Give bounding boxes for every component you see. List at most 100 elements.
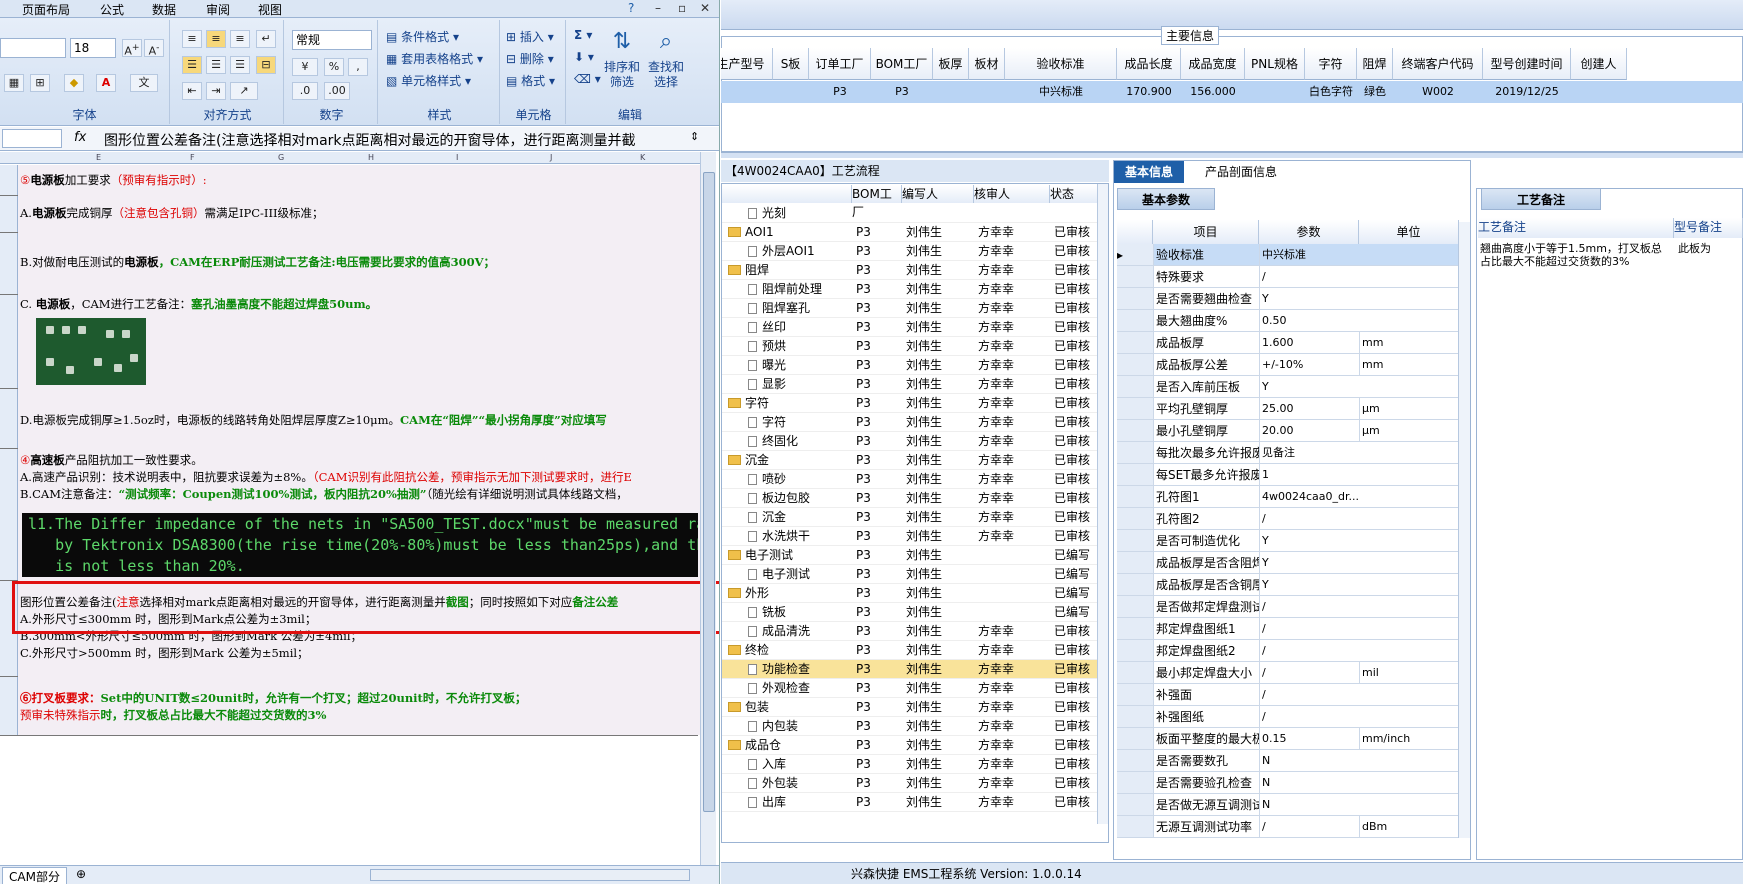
row-selector[interactable] — [1117, 706, 1153, 727]
param-value[interactable]: / — [1259, 706, 1359, 728]
tab-data[interactable]: 数据 — [152, 1, 176, 18]
grid-column-header[interactable]: BOM工厂 — [871, 48, 933, 80]
tree-row[interactable]: 字符 P3 刘伟生 方幸幸 已审核 — [722, 394, 1097, 413]
cell-text[interactable]: B.对做耐电压测试的电源板，CAM在ERP耐压测试工艺备注:电压需要比要求的值高… — [20, 254, 495, 271]
row-selector[interactable] — [1117, 772, 1153, 793]
grid-cell[interactable] — [1571, 81, 1627, 103]
tree-row[interactable]: 板边包胶 P3 刘伟生 方幸幸 已审核 — [722, 489, 1097, 508]
tree-node-label[interactable]: 铣板 — [748, 603, 786, 622]
tree-node-label[interactable]: 字符 — [748, 413, 786, 432]
tree-row[interactable]: 出库 P3 刘伟生 方幸幸 已审核 — [722, 793, 1097, 812]
row-selector[interactable] — [1117, 750, 1153, 771]
param-row[interactable]: 最小孔壁铜厚 20.00 μm — [1117, 420, 1469, 442]
grid-cell[interactable] — [969, 81, 1005, 103]
remark-text[interactable]: 翘曲高度小于等于1.5mm，打叉板总占比最大不能超过交货数的3% — [1480, 242, 1672, 268]
help-icon[interactable]: ? — [628, 1, 634, 15]
grid-cell[interactable]: 156.000 — [1181, 81, 1245, 103]
font-size-combo[interactable]: 18 — [70, 38, 116, 58]
row-selector[interactable] — [1117, 794, 1153, 815]
grid-column-header[interactable]: 阻焊 — [1357, 48, 1393, 80]
param-value[interactable]: / — [1259, 508, 1359, 530]
param-row[interactable]: 板面平整度的最大极差0.15mm/inch — [1117, 728, 1469, 750]
param-row[interactable]: 是否可制造优化 Y — [1117, 530, 1469, 552]
align-left-icon[interactable]: ☰ — [182, 56, 202, 74]
grid-column-header[interactable]: PNL规格 — [1245, 48, 1305, 80]
grid-cell[interactable]: 白色字符 — [1305, 81, 1357, 103]
tree-node-label[interactable]: 终检 — [728, 641, 769, 660]
column-header[interactable]: G — [278, 153, 284, 162]
comma-icon[interactable]: , — [348, 58, 368, 76]
decrease-decimal-icon[interactable]: .00 — [324, 82, 350, 100]
format-button[interactable]: ▤ 格式 ▾ — [506, 72, 555, 89]
grid-column-header[interactable]: 终端客户代码 — [1393, 48, 1483, 80]
param-row[interactable]: 孔符图1 4w0024caa0_dr... — [1117, 486, 1469, 508]
param-row[interactable]: 最大翘曲度% 0.50 — [1117, 310, 1469, 332]
tree-node-label[interactable]: 板边包胶 — [748, 489, 810, 508]
tree-node-label[interactable]: 水洗烘干 — [748, 527, 810, 546]
grid-column-header[interactable]: 订单工厂 — [809, 48, 871, 80]
param-row[interactable]: 补强图纸 / — [1117, 706, 1469, 728]
param-row[interactable]: 是否做邦定焊盘测试 / — [1117, 596, 1469, 618]
merge-cells-icon[interactable]: ⊟ — [256, 56, 276, 74]
tree-node-label[interactable]: 成品清洗 — [748, 622, 810, 641]
currency-icon[interactable]: ¥ — [292, 58, 318, 76]
row-selector[interactable] — [1117, 332, 1153, 353]
row-selector[interactable] — [1117, 618, 1153, 639]
grid-cell[interactable]: P3 — [809, 81, 871, 103]
param-row[interactable]: 成品板厚是否含铜厚 Y — [1117, 574, 1469, 596]
tree-row[interactable]: 阻焊塞孔 P3 刘伟生 方幸幸 已审核 — [722, 299, 1097, 318]
param-row[interactable]: 邦定焊盘图纸1/ — [1117, 618, 1469, 640]
align-bottom-icon[interactable]: ≡ — [230, 30, 250, 48]
tree-row[interactable]: 预烘 P3 刘伟生 方幸幸 已审核 — [722, 337, 1097, 356]
row-selector[interactable] — [1117, 464, 1153, 485]
tree-row[interactable]: 沉金 P3 刘伟生 方幸幸 已审核 — [722, 508, 1097, 527]
shrink-font-button[interactable]: A- — [144, 39, 164, 58]
delete-button[interactable]: ⊟ 删除 ▾ — [506, 50, 554, 67]
param-row[interactable]: 无源互调测试功率 / dBm — [1117, 816, 1469, 838]
horizontal-scrollbar[interactable] — [370, 869, 690, 881]
param-row[interactable]: 是否需要翘曲检查 Y — [1117, 288, 1469, 310]
tree-node-label[interactable]: 外包装 — [748, 774, 798, 793]
param-row[interactable]: 是否做无源互调测试 N — [1117, 794, 1469, 816]
tree-scrollbar[interactable] — [1097, 184, 1108, 824]
sheet-tab[interactable]: CAM部分 — [2, 867, 67, 884]
tree-row[interactable]: 外包装 P3 刘伟生 方幸幸 已审核 — [722, 774, 1097, 793]
grid-cell[interactable] — [1627, 81, 1743, 103]
decrease-indent-icon[interactable]: ⇤ — [182, 82, 202, 100]
param-row[interactable]: 成品板厚公差 +/-10% mm — [1117, 354, 1469, 376]
param-value[interactable]: 20.00 — [1259, 420, 1359, 442]
tree-row[interactable]: 包装 P3 刘伟生 方幸幸 已审核 — [722, 698, 1097, 717]
model-remark-text[interactable]: 此板为 — [1678, 242, 1740, 255]
tree-node-label[interactable]: 光刻 — [748, 204, 786, 223]
sort-filter-icon[interactable]: ⇅ — [608, 28, 636, 56]
row-selector[interactable] — [1117, 552, 1153, 573]
tree-node-label[interactable]: 阻焊 — [728, 261, 769, 280]
tree-row[interactable]: 终检 P3 刘伟生 方幸幸 已审核 — [722, 641, 1097, 660]
tab-formulas[interactable]: 公式 — [100, 1, 124, 18]
row-selector[interactable] — [1117, 508, 1153, 529]
grow-font-button[interactable]: A+ — [122, 39, 142, 58]
param-value[interactable]: / — [1259, 618, 1359, 640]
percent-icon[interactable]: % — [324, 58, 344, 76]
grid-column-header[interactable]: S板 — [773, 48, 809, 80]
grid-column-header[interactable]: 型号创建时间 — [1483, 48, 1571, 80]
param-value[interactable]: Y — [1259, 288, 1359, 310]
grid-cell[interactable] — [933, 81, 969, 103]
tree-row[interactable]: 曝光 P3 刘伟生 方幸幸 已审核 — [722, 356, 1097, 375]
param-value[interactable]: 1 — [1259, 464, 1359, 486]
tree-row[interactable]: 外层AOI1 P3 刘伟生 方幸幸 已审核 — [722, 242, 1097, 261]
phonetic-icon[interactable]: 文 — [130, 74, 158, 92]
grid-column-header[interactable]: 验收标准 — [1005, 48, 1117, 80]
param-value[interactable]: N — [1259, 794, 1359, 816]
orientation-icon[interactable]: ↗ — [230, 82, 258, 100]
row-selector[interactable] — [1117, 310, 1153, 331]
tree-node-label[interactable]: 外层AOI1 — [748, 242, 815, 261]
tree-row[interactable]: 功能检查 P3 刘伟生 方幸幸 已审核 — [722, 660, 1097, 679]
column-header[interactable]: J — [550, 153, 552, 162]
grid-cell[interactable]: 170.900 — [1117, 81, 1181, 103]
tab-profile-info[interactable]: 产品剖面信息 — [1191, 161, 1291, 183]
splitter[interactable] — [721, 152, 1743, 158]
tree-node-label[interactable]: 入库 — [748, 755, 786, 774]
tree-row[interactable]: 铣板 P3 刘伟生 已编写 — [722, 603, 1097, 622]
param-row[interactable]: 补强面 / — [1117, 684, 1469, 706]
